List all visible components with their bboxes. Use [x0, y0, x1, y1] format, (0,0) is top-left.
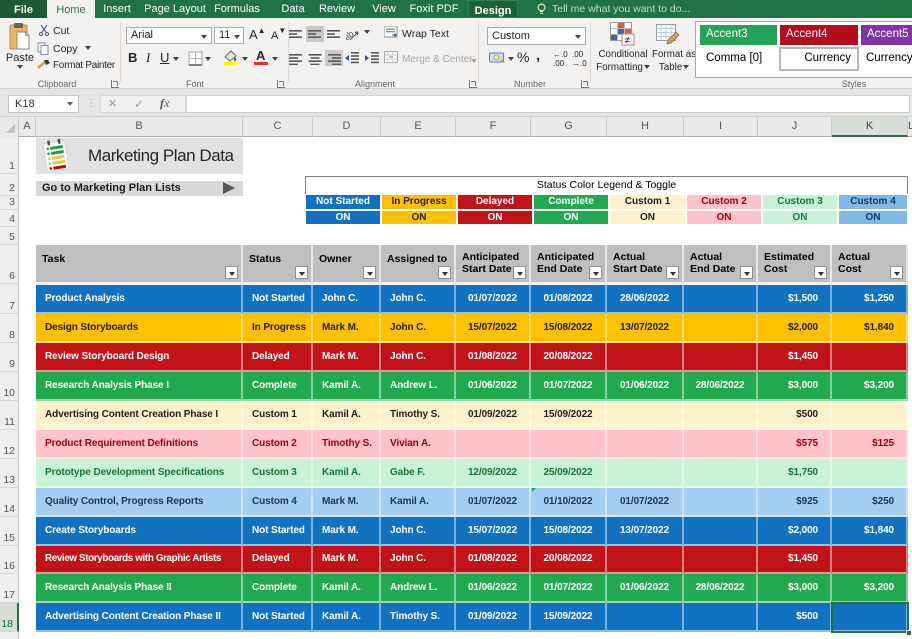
svg-text:≠: ≠ — [625, 36, 631, 47]
